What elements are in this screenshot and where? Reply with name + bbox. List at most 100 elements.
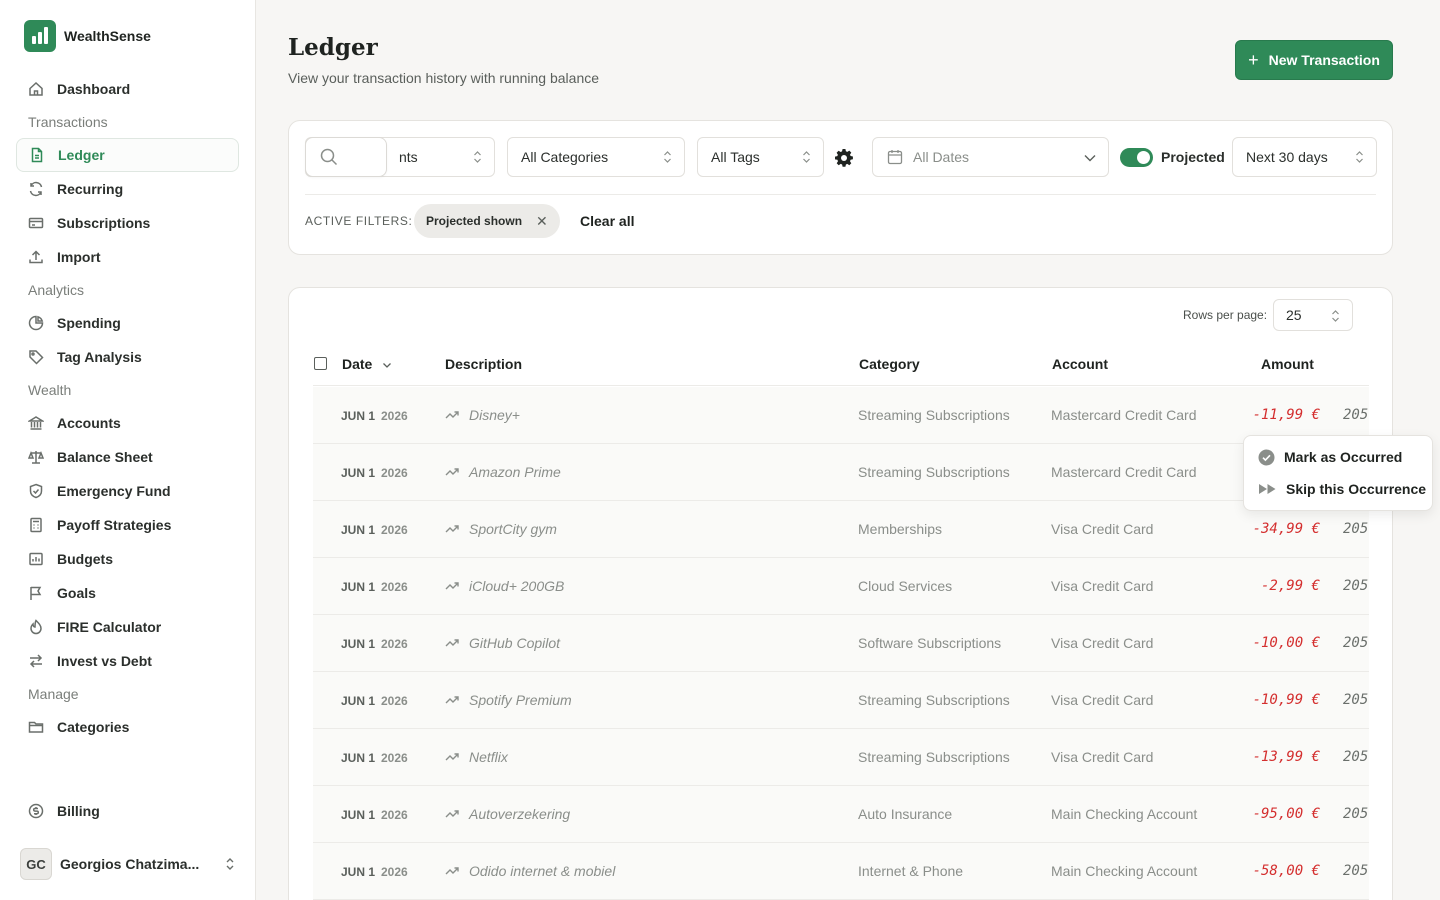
brand[interactable]: WealthSense [24,20,151,52]
range-select[interactable]: Next 30 days [1232,137,1377,177]
row-balance: 205 [1343,692,1369,708]
sidebar-item-ledger[interactable]: Ledger [16,138,239,172]
sidebar-item-label: Import [57,249,101,265]
row-date-year: 2026 [381,808,408,822]
sidebar-item-tag-analysis[interactable]: Tag Analysis [16,340,239,374]
date-range-picker[interactable]: All Dates [872,137,1109,177]
mark-as-occurred-item[interactable]: Mark as Occurred [1258,447,1402,467]
trending-up-icon [445,582,459,590]
sidebar-item-budgets[interactable]: Budgets [16,542,239,576]
sidebar-item-goals[interactable]: Goals [16,576,239,610]
categories-select[interactable]: All Categories [507,137,685,177]
gear-icon[interactable] [834,148,854,168]
sidebar-item-balance-sheet[interactable]: Balance Sheet [16,440,239,474]
table-row[interactable]: JUN 1 2026 GitHub Copilot Software Subscrip… [313,615,1369,672]
sidebar-item-label: Subscriptions [57,215,151,231]
table-header: Date Description Category Account Amount [313,344,1369,386]
chevron-updown-icon [803,151,810,163]
row-date-year: 2026 [381,751,408,765]
sidebar-item-accounts[interactable]: Accounts [16,406,239,440]
trending-up-icon [445,753,459,761]
sidebar-item-spending[interactable]: Spending [16,306,239,340]
close-icon[interactable]: ✕ [536,213,548,230]
skip-occurrence-item[interactable]: Skip this Occurrence [1258,479,1426,499]
home-icon [29,81,43,96]
trending-up-icon [445,525,459,533]
row-description: iCloud+ 200GB [469,578,565,594]
sidebar-item-label: Recurring [57,181,124,197]
table-row[interactable]: JUN 1 2026 Odido internet & mobiel Internet… [313,843,1369,900]
chevron-updown-icon [474,151,481,163]
row-balance: 205 [1343,635,1369,651]
row-date-year: 2026 [381,865,408,879]
chevron-updown-icon [664,151,671,163]
table-row[interactable]: JUN 1 2026 Netflix Streaming Subscriptions V… [313,729,1369,786]
row-category: Auto Insurance [858,806,953,822]
row-description: Amazon Prime [469,464,561,480]
sidebar-item-label: Goals [57,585,96,601]
brand-logo-icon [24,20,56,52]
row-description: GitHub Copilot [469,635,561,651]
row-date-month: JUN 1 [341,694,376,708]
row-description: SportCity gym [469,521,557,537]
search-input[interactable] [305,137,387,177]
row-date-month: JUN 1 [341,751,376,765]
scale-icon [28,450,44,464]
fast-forward-icon [1259,484,1276,494]
sidebar-item-billing[interactable]: Billing [16,794,239,828]
sidebar-item-fire-calculator[interactable]: FIRE Calculator [16,610,239,644]
projected-label: Projected [1161,149,1225,165]
sidebar-item-payoff-strategies[interactable]: Payoff Strategies [16,508,239,542]
row-balance: 205 [1343,407,1369,423]
trending-up-icon [445,468,459,476]
table-row[interactable]: JUN 1 2026 iCloud+ 200GB Cloud Services Visa… [313,558,1369,615]
chevron-updown-icon [226,858,234,870]
table-row[interactable]: JUN 1 2026 Amazon Prime Streaming Subscript… [313,444,1369,501]
user-menu[interactable]: GC Georgios Chatzima... [20,846,235,882]
flame-icon [30,619,42,635]
column-header-label: Date [342,356,373,372]
table-row[interactable]: JUN 1 2026 Autoverzekering Auto Insurance Ma… [313,786,1369,843]
column-header-date[interactable]: Date [342,356,392,372]
column-header-description: Description [445,356,523,372]
row-balance: 205 [1343,863,1369,879]
new-transaction-label: New Transaction [1268,52,1380,68]
sidebar-item-emergency-fund[interactable]: Emergency Fund [16,474,239,508]
trending-up-icon [445,696,459,704]
row-category: Software Subscriptions [858,635,1002,651]
upload-icon [29,250,43,264]
row-amount: -11,99 € [1252,407,1320,423]
sidebar-item-dashboard[interactable]: Dashboard [16,72,239,106]
table-row[interactable]: JUN 1 2026 Spotify Premium Streaming Subscr… [313,672,1369,729]
clear-all-button[interactable]: Clear all [580,213,634,229]
date-range-placeholder: All Dates [913,149,970,165]
sidebar-item-categories[interactable]: Categories [16,710,239,744]
sidebar-item-import[interactable]: Import [16,240,239,274]
rows-per-page-select[interactable]: 25 [1273,299,1353,331]
row-account: Mastercard Credit Card [1051,464,1197,480]
avatar: GC [20,848,52,880]
sidebar-section-label: Transactions [28,114,108,130]
trending-up-icon [445,411,459,419]
sidebar-item-subscriptions[interactable]: Subscriptions [16,206,239,240]
row-category: Streaming Subscriptions [858,692,1010,708]
plus-icon: + [1248,50,1259,70]
categories-select-value: All Categories [521,149,609,165]
sidebar-item-invest-vs-debt[interactable]: Invest vs Debt [16,644,239,678]
filter-chip-label: Projected shown [426,214,523,228]
row-description: Netflix [469,749,508,765]
new-transaction-button[interactable]: + New Transaction [1235,40,1393,80]
row-date-month: JUN 1 [341,466,376,480]
projected-toggle[interactable] [1120,148,1153,167]
table-row[interactable]: JUN 1 2026 SportCity gym Memberships Visa Cr… [313,501,1369,558]
sidebar-item-label: Payoff Strategies [57,517,172,533]
row-category: Memberships [858,521,943,537]
tags-select[interactable]: All Tags [697,137,824,177]
flag-icon [30,586,42,600]
sidebar-item-recurring[interactable]: Recurring [16,172,239,206]
row-date-month: JUN 1 [341,523,376,537]
table-row[interactable]: JUN 1 2026 Disney+ Streaming Subscriptions M… [313,387,1369,444]
row-account: Main Checking Account [1051,863,1198,879]
search-icon [320,148,338,166]
select-all-checkbox[interactable] [314,357,327,370]
